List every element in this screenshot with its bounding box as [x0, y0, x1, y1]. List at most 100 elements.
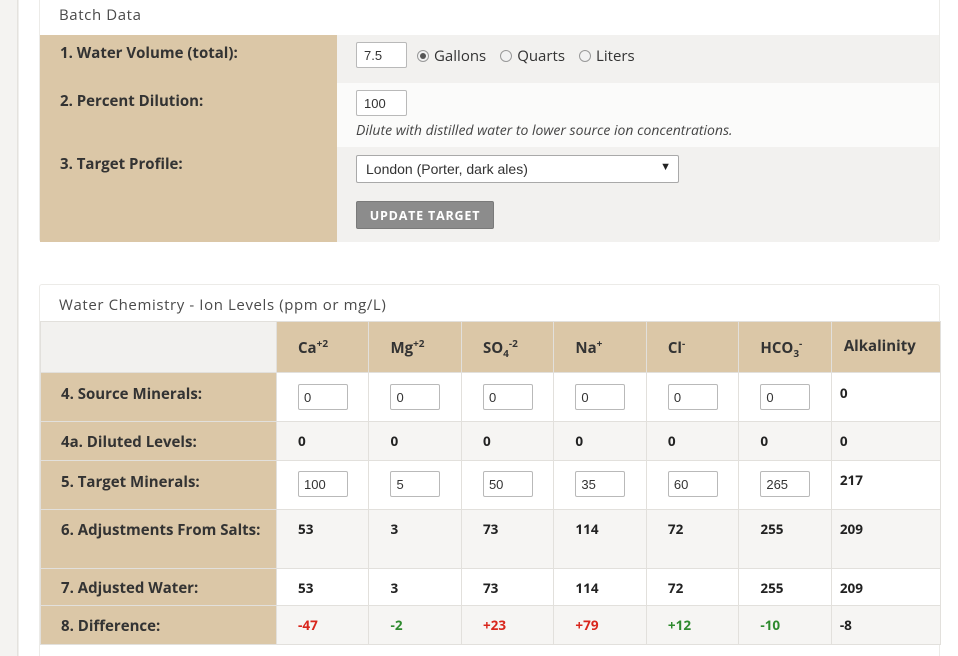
target-minerals-ca-cell: 100 [275, 460, 370, 510]
row-label-difference: 8. Difference: [40, 605, 277, 645]
target-profile-row: 3. Target Profile: London (Porter, dark … [40, 147, 939, 242]
adjusted-water-cl-cell: 72 [645, 568, 740, 606]
batch-data-title: Batch Data [59, 5, 142, 25]
radio-gallons-circle[interactable] [417, 50, 429, 62]
adjustments-from-salts-hco3-value: 255 [760, 520, 784, 538]
water-chemistry-title: Water Chemistry - Ion Levels (ppm or mg/… [59, 295, 387, 315]
source-minerals-na-cell: 0 [553, 372, 647, 422]
diluted-levels-mg-value: 0 [390, 432, 399, 450]
percent-dilution-label: 2. Percent Dilution: [40, 83, 337, 147]
header-na: Na+ [553, 321, 647, 373]
target-minerals-mg-cell: 5 [368, 460, 462, 510]
row-label-source-minerals: 4. Source Minerals: [40, 372, 277, 422]
adjusted-water-hco3-value: 255 [760, 579, 784, 597]
difference-hco3-value: -10 [760, 616, 781, 634]
percent-dilution-row: 2. Percent Dilution: 100 Dilute with dis… [40, 83, 939, 147]
target-minerals-mg-input[interactable]: 5 [390, 471, 441, 497]
water-volume-input[interactable]: 7.5 [356, 42, 407, 68]
header-ca-charge: +2 [316, 336, 329, 350]
target-profile-select[interactable]: London (Porter, dark ales) ▼ [356, 155, 679, 183]
unit-radio-group: Gallons Quarts Liters [417, 46, 649, 66]
adjustments-from-salts-alkalinity-cell: 209 [830, 509, 942, 569]
diluted-levels-ca-value: 0 [298, 432, 306, 450]
adjustments-from-salts-na-value: 114 [575, 520, 599, 538]
diluted-levels-hco3-cell: 0 [738, 421, 832, 461]
row-target-minerals: 5. Target Minerals: 100 5 50 35 60 265 217 [40, 460, 942, 510]
ion-header-row: Ca+2 Mg+2 SO4-2 Na+ Cl- HCO3- Alkalinity [40, 321, 942, 373]
radio-liters-circle[interactable] [579, 50, 592, 62]
diluted-levels-so4-cell: 0 [460, 421, 555, 461]
source-minerals-ca-input[interactable]: 0 [298, 384, 348, 410]
difference-alkalinity-cell: -8 [830, 605, 942, 645]
difference-ca-value: -47 [298, 616, 318, 634]
row-label-diluted-levels: 4a. Diluted Levels: [40, 421, 277, 461]
header-mg: Mg+2 [368, 321, 462, 373]
adjustments-from-salts-hco3-cell: 255 [738, 509, 832, 569]
header-hco3-charge: - [799, 336, 803, 350]
adjusted-water-ca-value: 53 [298, 579, 314, 597]
source-minerals-alkalinity-value: 0 [839, 384, 848, 402]
adjustments-from-salts-alkalinity-value: 209 [839, 520, 863, 538]
header-alkalinity-base: Alkalinity [843, 336, 916, 356]
difference-ca-cell: -47 [275, 605, 370, 645]
radio-gallons[interactable]: Gallons [417, 46, 486, 66]
target-profile-selected: London (Porter, dark ales) [366, 161, 528, 177]
target-minerals-na-input[interactable]: 35 [575, 471, 626, 497]
adjusted-water-ca-cell: 53 [275, 568, 370, 606]
target-minerals-hco3-cell: 265 [738, 460, 832, 510]
adjusted-water-so4-cell: 73 [460, 568, 555, 606]
difference-cl-value: +12 [667, 616, 692, 634]
target-profile-controls: London (Porter, dark ales) ▼ UPDATE TARG… [337, 147, 939, 242]
update-target-button[interactable]: UPDATE TARGET [356, 201, 494, 229]
diluted-levels-na-value: 0 [575, 432, 584, 450]
target-minerals-cl-input[interactable]: 60 [667, 471, 718, 497]
header-ca-base: Ca [298, 338, 317, 358]
left-sidebar-rail [0, 0, 18, 656]
target-minerals-alkalinity-value: 217 [839, 471, 863, 489]
radio-gallons-label[interactable]: Gallons [434, 46, 486, 66]
source-minerals-alkalinity-cell: 0 [830, 372, 942, 422]
percent-dilution-label-text: 2. Percent Dilution: [60, 91, 204, 111]
target-minerals-hco3-input[interactable]: 265 [760, 471, 811, 497]
header-hco3: HCO3- [738, 321, 832, 373]
target-minerals-ca-input[interactable]: 100 [298, 471, 348, 497]
radio-liters[interactable]: Liters [579, 46, 635, 66]
adjusted-water-cl-value: 72 [667, 579, 684, 597]
adjustments-from-salts-mg-value: 3 [390, 520, 399, 538]
target-minerals-so4-cell: 50 [460, 460, 555, 510]
radio-liters-label[interactable]: Liters [596, 46, 635, 66]
source-minerals-hco3-input[interactable]: 0 [760, 384, 811, 410]
header-na-charge: + [596, 336, 603, 350]
radio-quarts-circle[interactable] [500, 50, 513, 62]
difference-na-cell: +79 [553, 605, 647, 645]
diluted-levels-ca-cell: 0 [275, 421, 370, 461]
dropdown-arrow-icon: ▼ [660, 161, 671, 173]
source-minerals-mg-cell: 0 [368, 372, 462, 422]
diluted-levels-alkalinity-value: 0 [839, 432, 848, 450]
radio-quarts[interactable]: Quarts [500, 46, 565, 66]
adjusted-water-mg-cell: 3 [368, 568, 462, 606]
adjusted-water-mg-value: 3 [390, 579, 399, 597]
header-cl-charge: - [682, 336, 686, 350]
adjusted-water-na-cell: 114 [553, 568, 647, 606]
header-mg-base: Mg [390, 338, 414, 358]
radio-quarts-label[interactable]: Quarts [517, 46, 565, 66]
row-difference: 8. Difference: -47 -2 +23 +79 +12 -10 -8 [40, 605, 942, 645]
header-so4-base: SO [482, 338, 504, 358]
source-minerals-na-input[interactable]: 0 [575, 384, 626, 410]
source-minerals-so4-input[interactable]: 0 [482, 384, 533, 410]
source-minerals-ca-cell: 0 [275, 372, 370, 422]
row-adjustments-from-salts: 6. Adjustments From Salts: 53 3 73 114 72 255 2… [40, 509, 942, 569]
target-minerals-so4-input[interactable]: 50 [482, 471, 533, 497]
difference-so4-cell: +23 [460, 605, 555, 645]
adjustments-from-salts-cl-cell: 72 [645, 509, 740, 569]
header-hco3-base: HCO [760, 338, 794, 358]
difference-mg-value: -2 [390, 616, 403, 634]
source-minerals-cl-input[interactable]: 0 [667, 384, 718, 410]
source-minerals-hco3-cell: 0 [738, 372, 832, 422]
water-chemistry-panel: Water Chemistry - Ion Levels (ppm or mg/… [39, 284, 942, 656]
water-volume-label-text: 1. Water Volume (total): [60, 43, 238, 63]
source-minerals-mg-input[interactable]: 0 [390, 384, 441, 410]
percent-dilution-input[interactable]: 100 [356, 90, 407, 116]
row-label-adjusted-water: 7. Adjusted Water: [40, 568, 277, 606]
